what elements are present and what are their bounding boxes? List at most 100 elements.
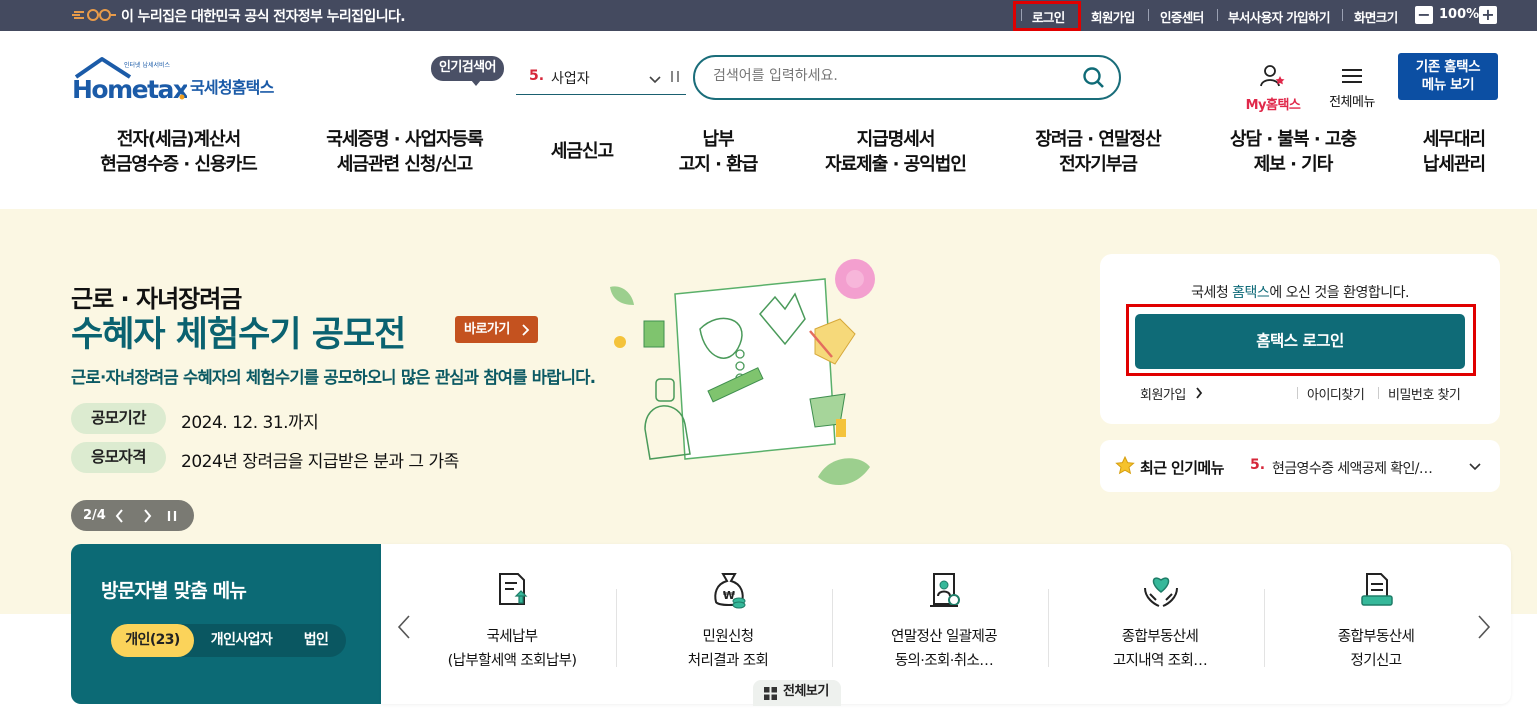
my-hometax-button[interactable]: My홈택스 bbox=[1243, 64, 1303, 113]
cert-center-link[interactable]: 인증센터 bbox=[1160, 7, 1204, 26]
pause-icon[interactable] bbox=[671, 71, 679, 82]
recent-popular-menu[interactable]: 최근 인기메뉴 5. 현금영수증 세액공제 확인/… bbox=[1100, 440, 1500, 492]
search-icon[interactable] bbox=[1083, 67, 1105, 89]
gnb-payment[interactable]: 납부고지 · 환급 bbox=[668, 127, 768, 177]
visitor-menu-panel: 방문자별 맞춤 메뉴 개인(23) 개인사업자 법인 bbox=[71, 544, 381, 704]
recent-menu-label: 최근 인기메뉴 bbox=[1140, 459, 1224, 477]
all-menu-button[interactable]: 전체메뉴 bbox=[1326, 67, 1378, 110]
search-box[interactable] bbox=[693, 55, 1121, 100]
gnb-einvoice[interactable]: 전자(세금)계산서 현금영수증 · 신용카드 bbox=[96, 127, 261, 177]
dept-user-signup-link[interactable]: 부서사용자 가입하기 bbox=[1228, 7, 1330, 26]
popular-term: 사업자 bbox=[551, 71, 590, 87]
gnb-line2: 고지 · 환급 bbox=[678, 154, 759, 175]
gov-notice: 이 누리집은 대한민국 공식 전자정부 누리집입니다. bbox=[121, 9, 406, 25]
quick-menu-item[interactable]: 연말정산 일괄제공 동의·조회·취소… bbox=[836, 544, 1052, 704]
chevron-right-icon bbox=[522, 324, 530, 336]
gnb-certificate[interactable]: 국세증명 · 사업자등록 세금관련 신청/신고 bbox=[322, 127, 487, 177]
logo-subtitle: 국세청홈택스 bbox=[190, 78, 274, 97]
gnb-line1: 지급명세서 bbox=[856, 129, 936, 150]
welcome-text: 국세청 홈택스에 오신 것을 환영합니다. bbox=[1100, 282, 1500, 302]
tab-individual[interactable]: 개인(23) bbox=[111, 624, 194, 657]
chevron-right-icon bbox=[1196, 387, 1203, 399]
chevron-down-icon bbox=[649, 76, 661, 84]
zoom-out-button[interactable]: − bbox=[1415, 6, 1433, 24]
signup-link[interactable]: 회원가입 bbox=[1091, 7, 1135, 26]
quick-menu-sublabel: 처리결과 조회 bbox=[687, 653, 769, 669]
chevron-down-icon[interactable] bbox=[1468, 460, 1482, 474]
popular-search-select[interactable]: 5. 사업자 bbox=[516, 61, 686, 95]
hometax-logo[interactable]: 인터넷 납세서비스 Hometax bbox=[72, 53, 187, 105]
zoom-in-button[interactable]: + bbox=[1479, 6, 1497, 24]
welcome-card: 국세청 홈택스에 오신 것을 환영합니다. 홈택스 로그인 회원가입 아이디찾기… bbox=[1100, 254, 1500, 424]
view-all-button[interactable]: 전체보기 bbox=[753, 680, 841, 706]
qualification-value: 2024년 장려금을 지급받은 분과 그 가족 bbox=[181, 452, 459, 472]
next-icon[interactable] bbox=[1477, 614, 1491, 640]
banner-description: 근로·자녀장려금 수혜자의 체험수기를 공모하오니 많은 관심과 참여를 바랍니… bbox=[71, 368, 596, 387]
divider bbox=[616, 589, 617, 667]
money-bag-icon: ₩ bbox=[714, 573, 746, 609]
visitor-tabs: 개인(23) 개인사업자 법인 bbox=[111, 624, 346, 657]
pause-icon[interactable] bbox=[167, 510, 177, 522]
qualification-label: 응모자격 bbox=[71, 442, 166, 473]
search-input[interactable] bbox=[713, 68, 1063, 84]
popular-search-badge: 인기검색어 bbox=[431, 56, 504, 86]
divider bbox=[1217, 9, 1218, 21]
gnb-line1: 장려금 · 연말정산 bbox=[1035, 129, 1161, 150]
prev-icon[interactable] bbox=[115, 509, 125, 523]
gnb-payment-statement[interactable]: 지급명세서자료제출 · 공익법인 bbox=[818, 127, 973, 177]
tab-sole-proprietor[interactable]: 개인사업자 bbox=[199, 624, 284, 657]
login-highlight-box bbox=[1126, 304, 1476, 376]
banner-go-label: 바로가기 bbox=[464, 322, 510, 337]
gnb-tax-agent[interactable]: 세무대리납세관리 bbox=[1412, 127, 1496, 177]
gnb-incentive[interactable]: 장려금 · 연말정산 전자기부금 bbox=[1028, 127, 1168, 177]
gnb-consulting[interactable]: 상담 · 불복 · 고충 제보 · 기타 bbox=[1222, 127, 1364, 177]
my-hometax-label: My홈택스 bbox=[1245, 98, 1301, 113]
quick-menu-label: 종합부동산세 bbox=[1121, 629, 1199, 645]
divider bbox=[1264, 589, 1265, 667]
quick-menu-item[interactable]: 종합부동산세 정기신고 bbox=[1268, 544, 1484, 704]
gnb-line2: 제보 · 기타 bbox=[1253, 154, 1334, 175]
gnb-line2: 납세관리 bbox=[1422, 154, 1486, 175]
next-icon[interactable] bbox=[142, 509, 152, 523]
gnb-tax-return[interactable]: 세금신고 bbox=[540, 139, 624, 164]
divider bbox=[1048, 589, 1049, 667]
banner-go-button[interactable]: 바로가기 bbox=[455, 316, 538, 343]
gnb-line2: 자료제출 · 공익법인 bbox=[825, 154, 967, 175]
quick-menu-sublabel: (납부할세액 조회납부) bbox=[447, 653, 577, 669]
visitor-menu-title: 방문자별 맞춤 메뉴 bbox=[101, 580, 247, 602]
quick-menu-label: 종합부동산세 bbox=[1337, 629, 1415, 645]
quick-menu-item[interactable]: 종합부동산세 고지내역 조회… bbox=[1052, 544, 1268, 704]
divider bbox=[1378, 387, 1379, 399]
legacy-menu-button[interactable]: 기존 홈택스 메뉴 보기 bbox=[1398, 53, 1498, 100]
logo-tagline: 인터넷 납세서비스 bbox=[124, 61, 171, 69]
zoom-level: 100% bbox=[1439, 7, 1480, 22]
divider bbox=[1297, 387, 1298, 399]
divider bbox=[832, 589, 833, 667]
find-password-link[interactable]: 비밀번호 찾기 bbox=[1388, 384, 1461, 403]
screen-size-label: 화면크기 bbox=[1354, 10, 1398, 25]
divider bbox=[1148, 9, 1149, 21]
tab-corporation[interactable]: 법인 bbox=[291, 624, 341, 657]
heart-hands-icon bbox=[1144, 577, 1178, 607]
tax-payment-icon bbox=[499, 573, 528, 605]
quick-menu-sublabel: 고지내역 조회… bbox=[1112, 653, 1208, 669]
gnb-line1: 납부 bbox=[702, 129, 734, 150]
recent-rank: 5. bbox=[1250, 457, 1266, 473]
find-id-link[interactable]: 아이디찾기 bbox=[1307, 384, 1365, 403]
recent-item[interactable]: 현금영수증 세액공제 확인/… bbox=[1272, 458, 1433, 478]
welcome-post: 에 오신 것을 환영합니다. bbox=[1269, 285, 1409, 301]
login-highlight-box bbox=[1013, 1, 1081, 31]
signup-link[interactable]: 회원가입 bbox=[1140, 384, 1186, 403]
quick-menu-label: 민원신청 bbox=[702, 629, 755, 645]
quick-menu-label: 국세납부 bbox=[486, 629, 539, 645]
quick-menu-item[interactable]: 국세납부 (납부할세액 조회납부) bbox=[404, 544, 620, 704]
banner-pager: 2/4 bbox=[83, 508, 106, 523]
welcome-highlight: 홈택스 bbox=[1232, 285, 1270, 301]
banner-controls: 2/4 bbox=[71, 500, 194, 531]
quick-menu-sublabel: 정기신고 bbox=[1350, 653, 1403, 669]
quick-menu-sublabel: 동의·조회·취소… bbox=[894, 653, 994, 669]
quick-menu-label: 연말정산 일괄제공 bbox=[891, 629, 998, 645]
report-document-icon bbox=[1361, 573, 1393, 606]
gnb-line1: 세무대리 bbox=[1422, 129, 1486, 150]
gnb-line1: 세금신고 bbox=[550, 141, 614, 162]
